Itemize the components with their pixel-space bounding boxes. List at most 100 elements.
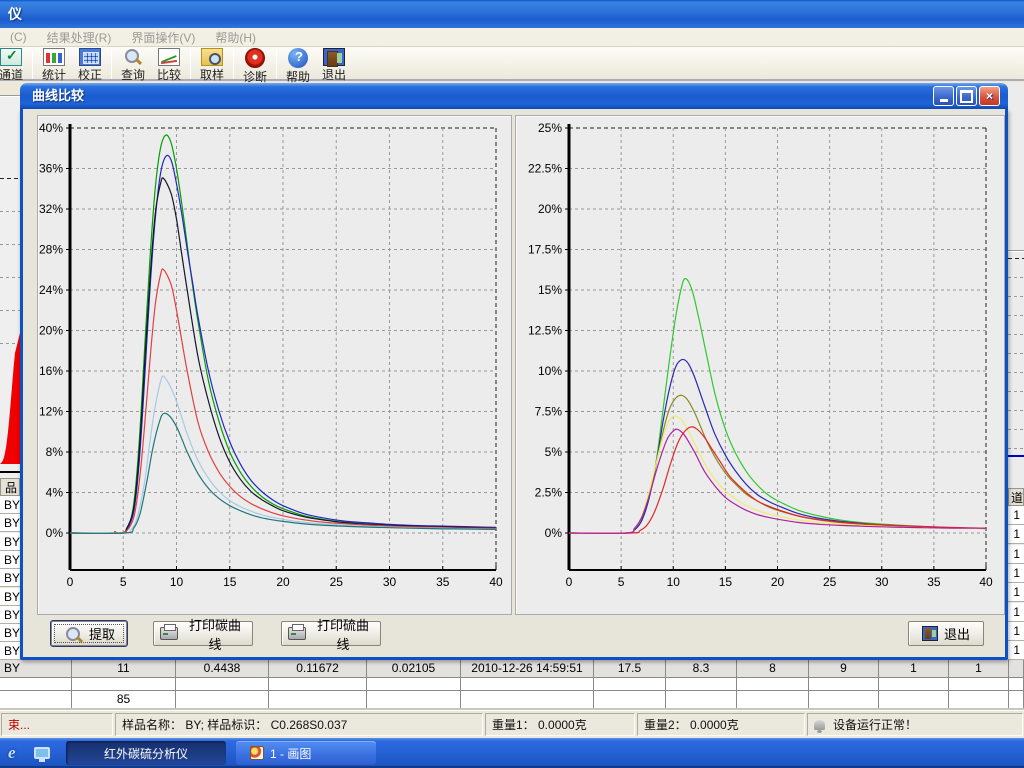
- menu-bar: (C)结果处理(R)界面操作(V)帮助(H): [0, 28, 1024, 47]
- menu-item-3[interactable]: 帮助(H): [205, 29, 266, 46]
- svg-text:0%: 0%: [545, 526, 563, 540]
- toolbar-separator: [32, 49, 33, 79]
- toolbar-button-帮助[interactable]: 帮助: [280, 48, 316, 85]
- gridline: [1008, 429, 1024, 430]
- carbon-curves-svg: 0%4%8%12%16%20%24%28%32%36%40%0510152025…: [38, 116, 511, 616]
- dialog-title: 曲线比较: [32, 88, 84, 103]
- table-cell: 8.3: [666, 660, 737, 678]
- svg-text:15: 15: [719, 575, 733, 589]
- table-cell: [269, 678, 367, 691]
- svg-text:35: 35: [436, 575, 450, 589]
- table-cell: [1009, 660, 1024, 678]
- svg-text:25: 25: [330, 575, 344, 589]
- svg-text:5: 5: [618, 575, 625, 589]
- gridline: [1008, 391, 1024, 392]
- table-cell: [367, 678, 461, 691]
- dialog-titlebar[interactable]: 曲线比较 ×: [20, 83, 1008, 109]
- table-cell: [1009, 678, 1024, 691]
- taskbar-task-1[interactable]: 1 - 画图: [236, 741, 376, 765]
- toolbar-button-统计[interactable]: 统计: [36, 48, 72, 83]
- show-desktop-icon[interactable]: [34, 747, 50, 759]
- maximize-icon[interactable]: [956, 86, 977, 106]
- gridline: [0, 277, 20, 278]
- background-row-by: BY: [0, 569, 20, 587]
- table-cell: [666, 691, 737, 709]
- toolbar-separator: [233, 49, 234, 79]
- search-icon: [122, 48, 144, 66]
- dialog-exit-button[interactable]: 退出: [908, 621, 984, 646]
- svg-text:24%: 24%: [39, 283, 63, 297]
- table-cell: [176, 691, 269, 709]
- svg-text:30: 30: [383, 575, 397, 589]
- toolbar-button-比较[interactable]: 比较: [151, 48, 187, 83]
- print-carbon-button[interactable]: 打印碳曲线: [153, 621, 253, 646]
- toolbar-label: 校正: [78, 66, 102, 83]
- table-row-0[interactable]: BY110.44380.116720.021052010-12-26 14:59…: [0, 660, 1024, 678]
- table-cell: 0.11672: [269, 660, 367, 678]
- gridline: [0, 310, 20, 311]
- background-row-by: BY: [0, 514, 20, 532]
- sulfur-curve-chart: 0%2.5%5%7.5%10%12.5%15%17.5%20%22.5%25%0…: [515, 115, 1005, 615]
- svg-text:30: 30: [875, 575, 889, 589]
- table-row-1[interactable]: [0, 678, 1024, 691]
- taskbar-task-0[interactable]: 红外碳硫分析仪: [66, 741, 226, 765]
- svg-text:15: 15: [223, 575, 237, 589]
- table-cell: [594, 678, 666, 691]
- background-row-by: BY: [0, 496, 20, 514]
- svg-text:5: 5: [120, 575, 127, 589]
- svg-text:8%: 8%: [46, 445, 64, 459]
- toolbar-label: 比较: [157, 66, 181, 83]
- sample-info: 样品名称： BY; 样品标识： C0.268S0.037: [115, 713, 483, 736]
- svg-text:10: 10: [170, 575, 184, 589]
- background-row-by: BY: [0, 642, 20, 660]
- ie-quicklaunch-icon[interactable]: e: [8, 743, 26, 763]
- toolbar-button-查询[interactable]: 查询: [115, 48, 151, 83]
- results-table: BY110.44380.116720.021052010-12-26 14:59…: [0, 660, 1024, 710]
- table-cell: 1: [949, 660, 1009, 678]
- table-cell: [461, 678, 594, 691]
- task-label: 红外碳硫分析仪: [104, 745, 188, 762]
- menu-item-0[interactable]: (C): [0, 30, 37, 44]
- printer-icon: [288, 627, 306, 640]
- toolbar-button-校正[interactable]: 校正: [72, 48, 108, 83]
- gridline: [1008, 448, 1024, 449]
- svg-text:0%: 0%: [46, 526, 64, 540]
- close-icon[interactable]: ×: [979, 86, 1000, 106]
- svg-text:10: 10: [667, 575, 681, 589]
- toolbar-button-诊断[interactable]: 诊断: [237, 48, 273, 85]
- svg-text:7.5%: 7.5%: [535, 405, 563, 419]
- menu-item-2[interactable]: 界面操作(V): [121, 29, 205, 46]
- minimize-icon[interactable]: [933, 86, 954, 106]
- calibration-icon: [79, 48, 101, 66]
- toolbar-label: 通道: [0, 66, 23, 83]
- svg-text:10%: 10%: [538, 364, 562, 378]
- toolbar-label: 查询: [121, 66, 145, 83]
- curve-magenta: [569, 429, 986, 533]
- svg-text:0: 0: [67, 575, 74, 589]
- task-label: 1 - 画图: [270, 745, 311, 762]
- gridline: [1008, 410, 1024, 411]
- toolbar-button-通道[interactable]: 通道: [0, 48, 29, 83]
- weight2: 重量2： 0.0000克: [637, 713, 805, 736]
- svg-text:35: 35: [927, 575, 941, 589]
- table-row-2[interactable]: 85: [0, 691, 1024, 709]
- toolbar-button-取样[interactable]: 取样: [194, 48, 230, 83]
- magnifier-icon: [63, 626, 83, 642]
- sampling-icon: [201, 48, 223, 66]
- background-blue-line: [1008, 455, 1024, 457]
- main-window-titlebar: 仪: [0, 0, 1024, 28]
- printer-icon: [160, 627, 178, 640]
- background-row-by: BY: [0, 551, 20, 569]
- print-sulfur-button[interactable]: 打印硫曲线: [281, 621, 381, 646]
- table-cell: [809, 691, 879, 709]
- status-bar: 束... 样品名称： BY; 样品标识： C0.268S0.037 重量1： 0…: [0, 710, 1024, 738]
- svg-text:32%: 32%: [39, 202, 63, 216]
- background-left-sliver: 品BYBYBYBYBYBYBYBYBY: [0, 83, 20, 660]
- menu-item-1[interactable]: 结果处理(R): [37, 29, 122, 46]
- toolbar-button-退出[interactable]: 退出: [316, 48, 352, 83]
- svg-text:20: 20: [276, 575, 290, 589]
- table-cell: [461, 691, 594, 709]
- extract-button[interactable]: 提取: [51, 621, 127, 646]
- status-message: 束...: [1, 713, 113, 736]
- print-sulfur-label: 打印硫曲线: [312, 615, 374, 653]
